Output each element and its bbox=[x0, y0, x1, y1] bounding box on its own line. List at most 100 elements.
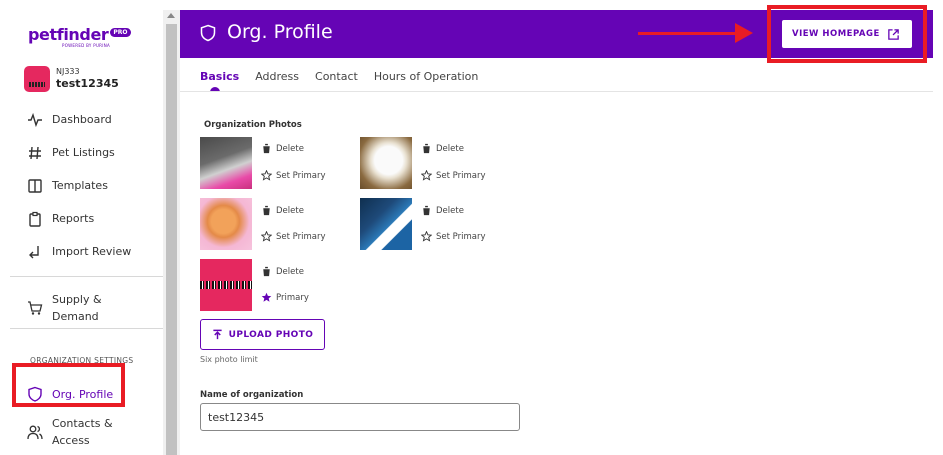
sidebar-item-dashboard[interactable]: Dashboard bbox=[10, 103, 163, 136]
settings-nav: Org. Profile Contacts & Access bbox=[10, 376, 163, 452]
scrollbar-thumb[interactable] bbox=[166, 24, 177, 455]
org-name-label: Name of organization bbox=[200, 390, 304, 400]
org-name-input[interactable] bbox=[200, 403, 520, 431]
delete-label: Delete bbox=[276, 266, 304, 277]
sidebar-scrollbar[interactable] bbox=[163, 10, 180, 455]
org-photo-1 bbox=[200, 137, 252, 189]
petfinder-logo[interactable]: petfinder PRO POWERED BY PURINA bbox=[28, 25, 131, 49]
upload-photo-label: UPLOAD PHOTO bbox=[228, 329, 314, 340]
sidebar-item-label: Import Review bbox=[52, 245, 132, 258]
set-primary-label: Set Primary bbox=[436, 170, 486, 181]
supply-label-line1: Supply & bbox=[52, 293, 102, 306]
annotation-arrow-shaft bbox=[638, 32, 738, 35]
annotation-arrow-head-icon bbox=[735, 23, 753, 43]
delete-label: Delete bbox=[276, 205, 304, 216]
sidebar-item-label: Pet Listings bbox=[52, 146, 115, 159]
tabs-divider bbox=[180, 91, 933, 92]
sidebar-item-org-profile[interactable]: Org. Profile bbox=[10, 376, 163, 412]
delete-photo-1-button[interactable]: Delete bbox=[261, 143, 304, 154]
sidebar-divider bbox=[10, 276, 163, 277]
delete-photo-2-button[interactable]: Delete bbox=[421, 143, 464, 154]
scroll-up-arrow-icon[interactable] bbox=[167, 13, 175, 18]
org-name: test12345 bbox=[56, 77, 119, 90]
sidebar-item-label: Supply & Demand bbox=[52, 291, 102, 325]
org-code: NJ333 bbox=[56, 67, 80, 76]
shield-icon bbox=[26, 385, 44, 403]
sidebar-item-contacts-access[interactable]: Contacts & Access bbox=[10, 412, 163, 452]
profile-tabs: Basics Address Contact Hours of Operatio… bbox=[200, 60, 494, 92]
sidebar-item-label: Dashboard bbox=[52, 113, 112, 126]
set-primary-photo-4-button[interactable]: Set Primary bbox=[421, 231, 486, 242]
tab-contact[interactable]: Contact bbox=[315, 60, 358, 92]
delete-label: Delete bbox=[436, 205, 464, 216]
org-photo-3 bbox=[200, 198, 252, 250]
main-nav: Dashboard Pet Listings Templates Reports… bbox=[10, 103, 163, 268]
logo-wordmark: petfinder bbox=[28, 25, 109, 44]
trash-icon bbox=[262, 143, 271, 154]
org-switcher[interactable]: NJ333 test12345 bbox=[24, 66, 119, 92]
set-primary-label: Set Primary bbox=[276, 170, 326, 181]
supply-label-line2: Demand bbox=[52, 310, 99, 323]
shield-icon bbox=[200, 24, 216, 42]
star-outline-icon bbox=[421, 231, 432, 242]
trash-icon bbox=[422, 205, 431, 216]
sidebar-item-reports[interactable]: Reports bbox=[10, 202, 163, 235]
star-outline-icon bbox=[421, 170, 432, 181]
org-photo-5 bbox=[200, 259, 252, 311]
set-primary-label: Set Primary bbox=[436, 231, 486, 242]
star-outline-icon bbox=[261, 170, 272, 181]
set-primary-photo-2-button[interactable]: Set Primary bbox=[421, 170, 486, 181]
delete-label: Delete bbox=[436, 143, 464, 154]
sidebar-item-label: Contacts & Access bbox=[52, 415, 113, 449]
view-homepage-button[interactable]: VIEW HOMEPAGE bbox=[782, 20, 912, 48]
sidebar-item-label: Reports bbox=[52, 212, 95, 225]
set-primary-photo-1-button[interactable]: Set Primary bbox=[261, 170, 326, 181]
external-link-icon bbox=[888, 28, 899, 40]
sidebar-item-label: Org. Profile bbox=[52, 387, 114, 401]
contacts-label-line2: Access bbox=[52, 434, 90, 447]
cart-icon bbox=[26, 299, 44, 317]
users-icon bbox=[26, 423, 44, 441]
sidebar-item-pet-listings[interactable]: Pet Listings bbox=[10, 136, 163, 169]
star-filled-icon bbox=[261, 292, 272, 302]
sidebar-item-supply-demand[interactable]: Supply & Demand bbox=[10, 287, 163, 329]
supply-nav: Supply & Demand bbox=[10, 287, 163, 329]
delete-photo-3-button[interactable]: Delete bbox=[261, 205, 304, 216]
star-outline-icon bbox=[261, 231, 272, 242]
section-title: ORGANIZATION SETTINGS bbox=[30, 356, 134, 365]
org-photo-4 bbox=[360, 198, 412, 250]
trash-icon bbox=[262, 205, 271, 216]
import-arrow-icon bbox=[26, 243, 44, 261]
sidebar: petfinder PRO POWERED BY PURINA NJ333 te… bbox=[10, 10, 163, 455]
logo-pro-badge: PRO bbox=[110, 28, 131, 37]
sidebar-item-templates[interactable]: Templates bbox=[10, 169, 163, 202]
pulse-icon bbox=[26, 111, 44, 129]
contacts-label-line1: Contacts & bbox=[52, 417, 113, 430]
set-primary-photo-3-button[interactable]: Set Primary bbox=[261, 231, 326, 242]
photo-limit-note: Six photo limit bbox=[200, 355, 258, 364]
tab-basics[interactable]: Basics bbox=[200, 60, 239, 92]
org-photo-2 bbox=[360, 137, 412, 189]
page-title: Org. Profile bbox=[227, 21, 333, 43]
sidebar-item-import-review[interactable]: Import Review bbox=[10, 235, 163, 268]
primary-photo-indicator: Primary bbox=[261, 292, 309, 303]
delete-photo-5-button[interactable]: Delete bbox=[261, 266, 304, 277]
logo-subtitle: POWERED BY PURINA bbox=[62, 43, 111, 48]
delete-photo-4-button[interactable]: Delete bbox=[421, 205, 464, 216]
org-avatar bbox=[24, 66, 50, 92]
set-primary-label: Set Primary bbox=[276, 231, 326, 242]
columns-icon bbox=[26, 177, 44, 195]
sidebar-item-label: Templates bbox=[52, 179, 108, 192]
primary-label: Primary bbox=[276, 292, 309, 303]
tab-hours-of-operation[interactable]: Hours of Operation bbox=[374, 60, 479, 92]
photos-section-label: Organization Photos bbox=[204, 120, 302, 130]
clipboard-icon bbox=[26, 210, 44, 228]
view-homepage-label: VIEW HOMEPAGE bbox=[792, 29, 880, 39]
upload-photo-button[interactable]: UPLOAD PHOTO bbox=[200, 319, 325, 350]
trash-icon bbox=[262, 266, 271, 277]
tab-address[interactable]: Address bbox=[255, 60, 299, 92]
delete-label: Delete bbox=[276, 143, 304, 154]
hash-icon bbox=[26, 144, 44, 162]
upload-icon bbox=[213, 329, 222, 340]
sidebar-divider bbox=[10, 328, 163, 329]
